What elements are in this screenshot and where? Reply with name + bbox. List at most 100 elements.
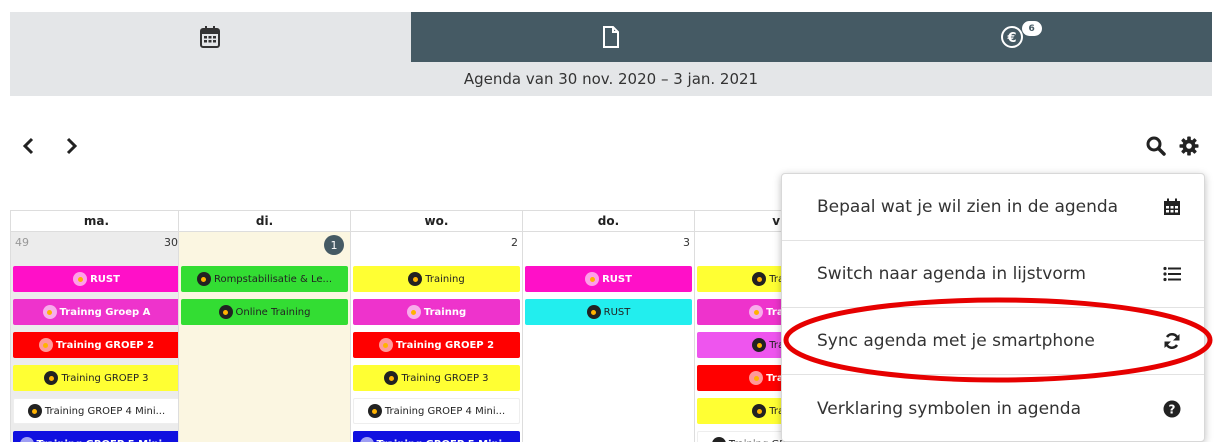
calendar-event[interactable]: Training GROEP 5 Mini... xyxy=(13,431,180,442)
menu-item-label: Verklaring symbolen in agenda xyxy=(817,399,1082,419)
day-cell[interactable]: 49 30 RUST Trainng Groep A Training GROEP 2 T… xyxy=(10,232,182,442)
calendar-event[interactable]: Training xyxy=(353,266,520,292)
chevron-right-icon xyxy=(66,137,78,155)
previous-period-button[interactable] xyxy=(18,135,38,157)
menu-item-list-view[interactable]: Switch naar agenda in lijstvorm xyxy=(782,241,1204,307)
calendar-event[interactable]: Trainng xyxy=(353,299,520,325)
event-title: Trainng xyxy=(423,306,467,318)
settings-button[interactable] xyxy=(1177,134,1201,158)
calendar-event[interactable]: Training GROEP 2 xyxy=(353,332,520,358)
event-title: Training GROEP 4 Mini... xyxy=(44,405,166,417)
event-title: Trainng Groep A xyxy=(59,306,151,318)
calendar-grid-icon xyxy=(1162,197,1182,217)
event-type-icon xyxy=(218,305,233,319)
event-title: Training xyxy=(425,273,465,285)
settings-menu: Bepaal wat je wil zien in de agenda Swit… xyxy=(781,173,1205,442)
event-type-icon xyxy=(367,404,382,418)
event-title: RUST xyxy=(603,306,631,318)
week-number: 49 xyxy=(15,236,29,249)
list-icon xyxy=(1162,264,1182,284)
event-title: Training GROEP 5 Mini... xyxy=(377,439,514,442)
day-header: wo. xyxy=(350,210,522,232)
calendar-event[interactable]: Rompstabilisatie & Le... xyxy=(181,266,348,292)
event-type-icon xyxy=(359,437,374,442)
event-title: Training GROEP 2 xyxy=(55,339,155,351)
notification-badge: 6 xyxy=(1021,21,1042,36)
event-type-icon xyxy=(749,305,764,319)
day-number: 3 xyxy=(683,236,690,249)
event-type-icon xyxy=(406,305,421,319)
event-title: Rompstabilisatie & Le... xyxy=(213,273,333,285)
event-type-icon xyxy=(42,305,57,319)
event-type-icon xyxy=(27,404,42,418)
event-type-icon xyxy=(19,437,34,442)
day-cell[interactable]: 2 Training Trainng Training GROEP 2 Training… xyxy=(350,232,522,442)
chevron-left-icon xyxy=(22,137,34,155)
next-period-button[interactable] xyxy=(62,135,82,157)
event-type-icon xyxy=(586,305,601,319)
calendar-event[interactable]: Training GROEP 3 xyxy=(13,365,180,391)
event-title: RUST xyxy=(602,273,632,285)
event-title: Training GROEP 3 xyxy=(401,372,489,384)
event-type-icon xyxy=(752,338,767,352)
calendar-icon xyxy=(200,26,221,48)
search-button[interactable] xyxy=(1144,134,1168,158)
event-type-icon xyxy=(408,272,423,286)
event-title: Training GROEP 5 Mini... xyxy=(37,439,174,442)
tab-finance[interactable]: € 6 xyxy=(811,12,1213,62)
day-cell[interactable]: 3 RUST RUST xyxy=(522,232,694,442)
calendar-event[interactable]: Training GROEP 2 xyxy=(13,332,180,358)
today-day-number: 1 xyxy=(324,235,344,255)
menu-item-sync-smartphone[interactable]: Sync agenda met je smartphone xyxy=(782,308,1204,374)
day-header: do. xyxy=(522,210,694,232)
day-cell[interactable]: 1 Rompstabilisatie & Le... Online Training xyxy=(178,232,350,442)
calendar-event[interactable]: Online Training xyxy=(181,299,348,325)
event-type-icon xyxy=(585,272,600,286)
calendar-event[interactable]: Trainng Groep A xyxy=(13,299,180,325)
calendar-event[interactable]: Training GROEP 4 Mini... xyxy=(353,398,520,424)
event-type-icon xyxy=(752,272,767,286)
event-type-icon xyxy=(38,338,53,352)
question-circle-icon: ? xyxy=(1162,399,1182,419)
event-type-icon xyxy=(711,437,726,442)
calendar-event[interactable]: Training GROEP 4 Mini... xyxy=(13,398,180,424)
calendar-event[interactable]: RUST xyxy=(525,299,692,325)
menu-item-label: Bepaal wat je wil zien in de agenda xyxy=(817,197,1119,217)
gear-icon xyxy=(1179,136,1199,156)
tab-calendar[interactable] xyxy=(10,12,411,62)
event-type-icon xyxy=(752,404,767,418)
day-header: ma. xyxy=(10,210,182,232)
event-title: Training GROEP 3 xyxy=(61,372,149,384)
event-type-icon xyxy=(384,371,399,385)
day-header: di. xyxy=(178,210,350,232)
euro-icon: € xyxy=(1000,26,1023,48)
svg-text:€: € xyxy=(1006,31,1016,46)
top-tab-bar: € 6 xyxy=(10,12,1213,62)
menu-item-label: Sync agenda met je smartphone xyxy=(817,331,1095,351)
tab-documents[interactable] xyxy=(410,12,812,62)
day-number: 2 xyxy=(511,236,518,249)
event-title: Online Training xyxy=(235,306,311,318)
sync-icon xyxy=(1162,331,1182,351)
event-type-icon xyxy=(44,371,59,385)
day-number: 30 xyxy=(164,236,178,249)
event-type-icon xyxy=(749,371,764,385)
event-title: Training GROEP 4 Mini... xyxy=(384,405,506,417)
date-range-label: Agenda van 30 nov. 2020 – 3 jan. 2021 xyxy=(10,62,1212,96)
svg-text:?: ? xyxy=(1169,403,1176,417)
file-icon xyxy=(603,26,619,48)
event-type-icon xyxy=(73,272,88,286)
calendar-event[interactable]: Training GROEP 3 xyxy=(353,365,520,391)
search-icon xyxy=(1146,136,1166,156)
event-title: RUST xyxy=(90,273,120,285)
menu-item-view-filter[interactable]: Bepaal wat je wil zien in de agenda xyxy=(782,174,1204,240)
calendar-event[interactable]: Training GROEP 5 Mini... xyxy=(353,431,520,442)
menu-item-label: Switch naar agenda in lijstvorm xyxy=(817,264,1086,284)
event-title: Training GROEP 2 xyxy=(395,339,495,351)
event-type-icon xyxy=(378,338,393,352)
menu-divider xyxy=(782,374,1204,375)
event-type-icon xyxy=(196,272,211,286)
calendar-event[interactable]: RUST xyxy=(525,266,692,292)
menu-item-symbol-legend[interactable]: Verklaring symbolen in agenda ? xyxy=(782,376,1204,442)
calendar-event[interactable]: RUST xyxy=(13,266,180,292)
